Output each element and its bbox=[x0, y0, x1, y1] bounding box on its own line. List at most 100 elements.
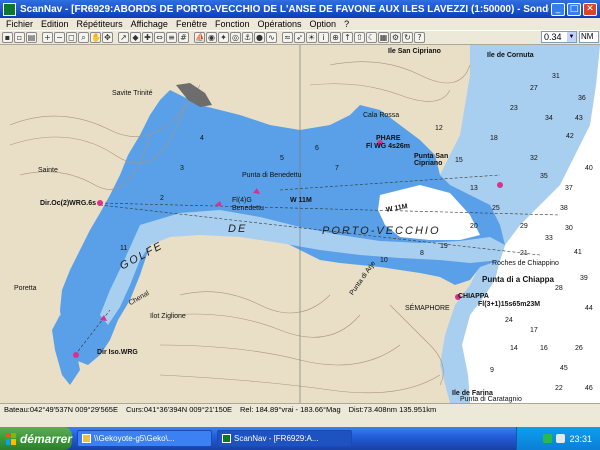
mark-icon[interactable]: ✚ bbox=[142, 32, 153, 43]
label-chiappa-light: Fl(3+1)15s65m23M bbox=[478, 301, 541, 308]
taskbar: démarrer \\Gekoyote-g5\Geko\... ScanNav … bbox=[0, 427, 600, 450]
depth-sounding: 31 bbox=[552, 73, 560, 80]
depth-sounding: 17 bbox=[530, 327, 538, 334]
menu-edition[interactable]: Edition bbox=[37, 19, 73, 29]
start-button[interactable]: démarrer bbox=[0, 427, 72, 450]
zoom-in-icon[interactable]: + bbox=[42, 32, 53, 43]
menu-fonction[interactable]: Fonction bbox=[211, 19, 254, 29]
depth-sounding: 9 bbox=[490, 367, 494, 374]
tide-icon[interactable]: ≈ bbox=[282, 32, 293, 43]
label-punta-di-benedettu: Punta di Benedettu bbox=[242, 172, 302, 179]
save-icon[interactable]: ▪ bbox=[2, 32, 13, 43]
depth-sounding: 29 bbox=[520, 223, 528, 230]
taskbar-item-scannav[interactable]: ScanNav - [FR6929:A... bbox=[217, 430, 352, 447]
volume-icon[interactable] bbox=[556, 434, 566, 443]
help-icon[interactable]: ? bbox=[414, 32, 425, 43]
chart-map[interactable]: GOLFE DE PORTO-VECCHIO Ile San Cipriano … bbox=[0, 45, 600, 403]
layers-icon[interactable]: ≡ bbox=[166, 32, 177, 43]
depth-sounding: 33 bbox=[545, 235, 553, 242]
depth-sounding: 24 bbox=[505, 317, 513, 324]
clock[interactable]: 23:31 bbox=[569, 434, 592, 444]
toolbar: ▪ ▫ ▤ + − ◻ ⌕ ✋ ✥ ↗ ◆ ✚ ⇔ ≡ # ⛵ ◉ ✦ ◎ ⚓ … bbox=[0, 30, 600, 45]
status-boat-position: Bateau:042°49'537N 009°29'565E bbox=[4, 404, 118, 414]
menu-repetiteurs[interactable]: Répétiteurs bbox=[73, 19, 127, 29]
boat-icon[interactable]: ⛵ bbox=[194, 32, 205, 43]
info-icon[interactable]: i bbox=[318, 32, 329, 43]
menu-operations[interactable]: Opérations bbox=[254, 19, 306, 29]
minimize-icon[interactable]: _ bbox=[551, 2, 565, 16]
track-icon[interactable]: ∿ bbox=[266, 32, 277, 43]
depth-sounding: 12 bbox=[435, 125, 443, 132]
refresh-icon[interactable]: ↻ bbox=[402, 32, 413, 43]
measure-icon[interactable]: ⇔ bbox=[154, 32, 165, 43]
scale-select[interactable]: 0.34 ▼ bbox=[541, 31, 577, 43]
menu-fichier[interactable]: Fichier bbox=[2, 19, 37, 29]
grid-icon[interactable]: # bbox=[178, 32, 189, 43]
chevron-down-icon[interactable]: ▼ bbox=[567, 32, 576, 42]
depth-sounding: 3 bbox=[180, 165, 184, 172]
label-sainte-lucie: Sainte bbox=[38, 167, 58, 174]
windows-logo-icon bbox=[6, 432, 16, 445]
menu-affichage[interactable]: Affichage bbox=[127, 19, 172, 29]
depth-sounding: 18 bbox=[490, 135, 498, 142]
depth-sounding: 42 bbox=[566, 133, 574, 140]
close-icon[interactable]: ✕ bbox=[583, 2, 597, 16]
zoom-out-icon[interactable]: − bbox=[54, 32, 65, 43]
center-icon[interactable]: ⊕ bbox=[330, 32, 341, 43]
network-icon[interactable] bbox=[543, 434, 553, 443]
menu-option[interactable]: Option bbox=[306, 19, 341, 29]
hand-icon[interactable]: ✋ bbox=[90, 32, 101, 43]
night-mode-icon[interactable]: ☾ bbox=[366, 32, 377, 43]
waypoint-icon[interactable]: ◆ bbox=[130, 32, 141, 43]
menu-fenetre[interactable]: Fenêtre bbox=[172, 19, 211, 29]
toolbar-separator bbox=[190, 32, 193, 43]
label-dir-light-left: Dir.Oc(2)WRG.6s bbox=[40, 200, 97, 207]
print-icon[interactable]: ▤ bbox=[26, 32, 37, 43]
target-icon[interactable]: ◎ bbox=[230, 32, 241, 43]
chart-icon[interactable]: ▦ bbox=[378, 32, 389, 43]
compass-icon[interactable]: ✦ bbox=[218, 32, 229, 43]
depth-sounding: 11 bbox=[120, 245, 128, 252]
system-tray: 23:31 bbox=[516, 427, 600, 450]
depth-sounding: 35 bbox=[540, 173, 548, 180]
north-up-icon[interactable]: ↑ bbox=[342, 32, 353, 43]
gps-icon[interactable]: ◉ bbox=[206, 32, 217, 43]
pan-icon[interactable]: ✥ bbox=[102, 32, 113, 43]
window-title: ScanNav - [FR6929:ABORDS DE PORTO-VECCHI… bbox=[20, 3, 549, 15]
depth-sounding: 36 bbox=[578, 95, 586, 102]
toolbar-separator bbox=[38, 32, 41, 43]
menu-help[interactable]: ? bbox=[340, 19, 353, 29]
depth-sounding: 21 bbox=[520, 250, 528, 257]
depth-sounding: 39 bbox=[580, 275, 588, 282]
depth-sounding: 44 bbox=[585, 305, 593, 312]
route-icon[interactable]: ↗ bbox=[118, 32, 129, 43]
label-ilot-ziglione: Ilot Ziglione bbox=[150, 313, 186, 320]
depth-sounding: 28 bbox=[555, 285, 563, 292]
anchor-icon[interactable]: ⚓ bbox=[242, 32, 253, 43]
taskbar-item-label: ScanNav - [FR6929:A... bbox=[234, 434, 319, 443]
alarm-icon[interactable]: ● bbox=[254, 32, 265, 43]
depth-sounding: 16 bbox=[540, 345, 548, 352]
depth-sounding: 34 bbox=[545, 115, 553, 122]
label-punta-chiappa: Punta di a Chiappa bbox=[482, 275, 555, 284]
settings-icon[interactable]: ⚙ bbox=[390, 32, 401, 43]
unit-select[interactable]: NM bbox=[579, 31, 599, 43]
depth-sounding: 5 bbox=[280, 155, 284, 162]
open-icon[interactable]: ▫ bbox=[14, 32, 25, 43]
depth-sounding: 4 bbox=[200, 135, 204, 142]
wind-icon[interactable]: ➶ bbox=[294, 32, 305, 43]
weather-icon[interactable]: ☀ bbox=[306, 32, 317, 43]
zoom-fit-icon[interactable]: ◻ bbox=[66, 32, 77, 43]
horizontal-scrollbar[interactable] bbox=[0, 414, 600, 427]
maximize-icon[interactable]: □ bbox=[567, 2, 581, 16]
scale-value: 0.34 bbox=[544, 32, 562, 42]
label-porto-vecchio: PORTO-VECCHIO bbox=[322, 225, 441, 237]
taskbar-item-explorer[interactable]: \\Gekoyote-g5\Geko\... bbox=[77, 430, 212, 447]
search-icon[interactable]: ⌕ bbox=[78, 32, 89, 43]
depth-sounding: 19 bbox=[440, 243, 448, 250]
label-ile-de-cornuta: Ile de Cornuta bbox=[487, 52, 534, 59]
label-phare: PHARE bbox=[376, 135, 401, 142]
depth-sounding: 6 bbox=[315, 145, 319, 152]
head-up-icon[interactable]: ⇧ bbox=[354, 32, 365, 43]
depth-sounding: 46 bbox=[585, 385, 593, 392]
